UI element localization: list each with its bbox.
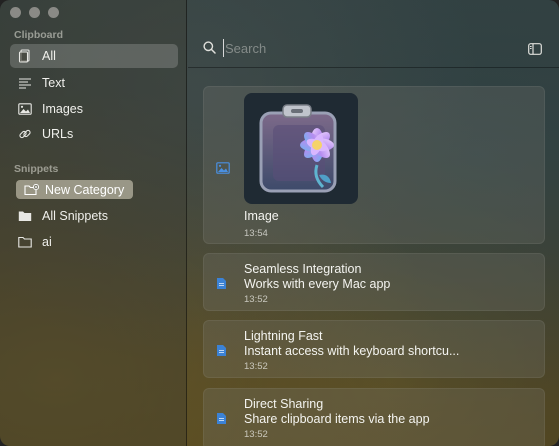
app-window: Clipboard All Text Images URLs Snippets … xyxy=(0,0,559,446)
sidebar-item-label: ai xyxy=(42,235,52,249)
clip-subtitle: Instant access with keyboard shortcu... xyxy=(244,344,460,358)
clip-title: Seamless Integration xyxy=(244,262,362,276)
sidebar-item-urls[interactable]: URLs xyxy=(10,122,178,146)
link-icon xyxy=(17,127,33,141)
folder-add-icon xyxy=(24,183,39,196)
sidebar-item-label: URLs xyxy=(42,127,74,141)
sidebar-toggle-icon[interactable] xyxy=(528,42,542,60)
minimize-window-button[interactable] xyxy=(29,7,40,18)
search-input[interactable] xyxy=(223,39,503,57)
clipboard-flower-icon xyxy=(259,103,337,192)
folder-filled-icon xyxy=(17,209,33,223)
sidebar-item-text[interactable]: Text xyxy=(10,71,178,95)
sidebar-item-all-snippets[interactable]: All Snippets xyxy=(10,204,178,228)
close-window-button[interactable] xyxy=(10,7,21,18)
clip-card-text[interactable]: Lightning Fast Instant access with keybo… xyxy=(203,320,545,378)
text-lines-icon xyxy=(17,76,33,90)
sidebar-item-label: All Snippets xyxy=(42,209,109,223)
sidebar-item-ai[interactable]: ai xyxy=(10,230,178,254)
clip-time: 13:52 xyxy=(244,429,268,440)
folder-outline-icon xyxy=(17,235,33,249)
sidebar-item-label: All xyxy=(42,49,56,63)
document-icon xyxy=(17,49,33,63)
new-category-button[interactable]: New Category xyxy=(16,180,133,199)
zoom-window-button[interactable] xyxy=(48,7,59,18)
clip-card-image[interactable]: Image 13:54 xyxy=(203,86,545,244)
sidebar-item-label: Text xyxy=(42,76,65,90)
new-category-label: New Category xyxy=(45,182,125,197)
snippets-section-label: Snippets xyxy=(14,163,59,175)
document-icon xyxy=(216,277,227,295)
clipboard-section-label: Clipboard xyxy=(14,29,63,41)
search-icon xyxy=(203,41,216,59)
clip-time: 13:52 xyxy=(244,361,268,372)
clip-title: Image xyxy=(244,209,279,223)
clip-subtitle: Share clipboard items via the app xyxy=(244,412,430,426)
document-icon xyxy=(216,412,227,430)
image-icon xyxy=(216,161,230,179)
main-panel: Image 13:54 Seamless Integration Works w… xyxy=(188,0,559,446)
clip-time: 13:52 xyxy=(244,294,268,305)
search-bar xyxy=(188,28,559,68)
clip-subtitle: Works with every Mac app xyxy=(244,277,391,291)
clip-card-text[interactable]: Direct Sharing Share clipboard items via… xyxy=(203,388,545,446)
clip-title: Direct Sharing xyxy=(244,397,324,411)
clip-time: 13:54 xyxy=(244,228,268,239)
clip-title: Lightning Fast xyxy=(244,329,323,343)
sidebar-item-label: Images xyxy=(42,102,83,116)
window-controls xyxy=(10,7,59,18)
clip-image-thumbnail xyxy=(244,93,358,204)
document-icon xyxy=(216,344,227,362)
clip-card-text[interactable]: Seamless Integration Works with every Ma… xyxy=(203,253,545,311)
sidebar: Clipboard All Text Images URLs Snippets … xyxy=(0,0,187,446)
sidebar-item-all[interactable]: All xyxy=(10,44,178,68)
image-icon xyxy=(17,102,33,116)
sidebar-item-images[interactable]: Images xyxy=(10,97,178,121)
